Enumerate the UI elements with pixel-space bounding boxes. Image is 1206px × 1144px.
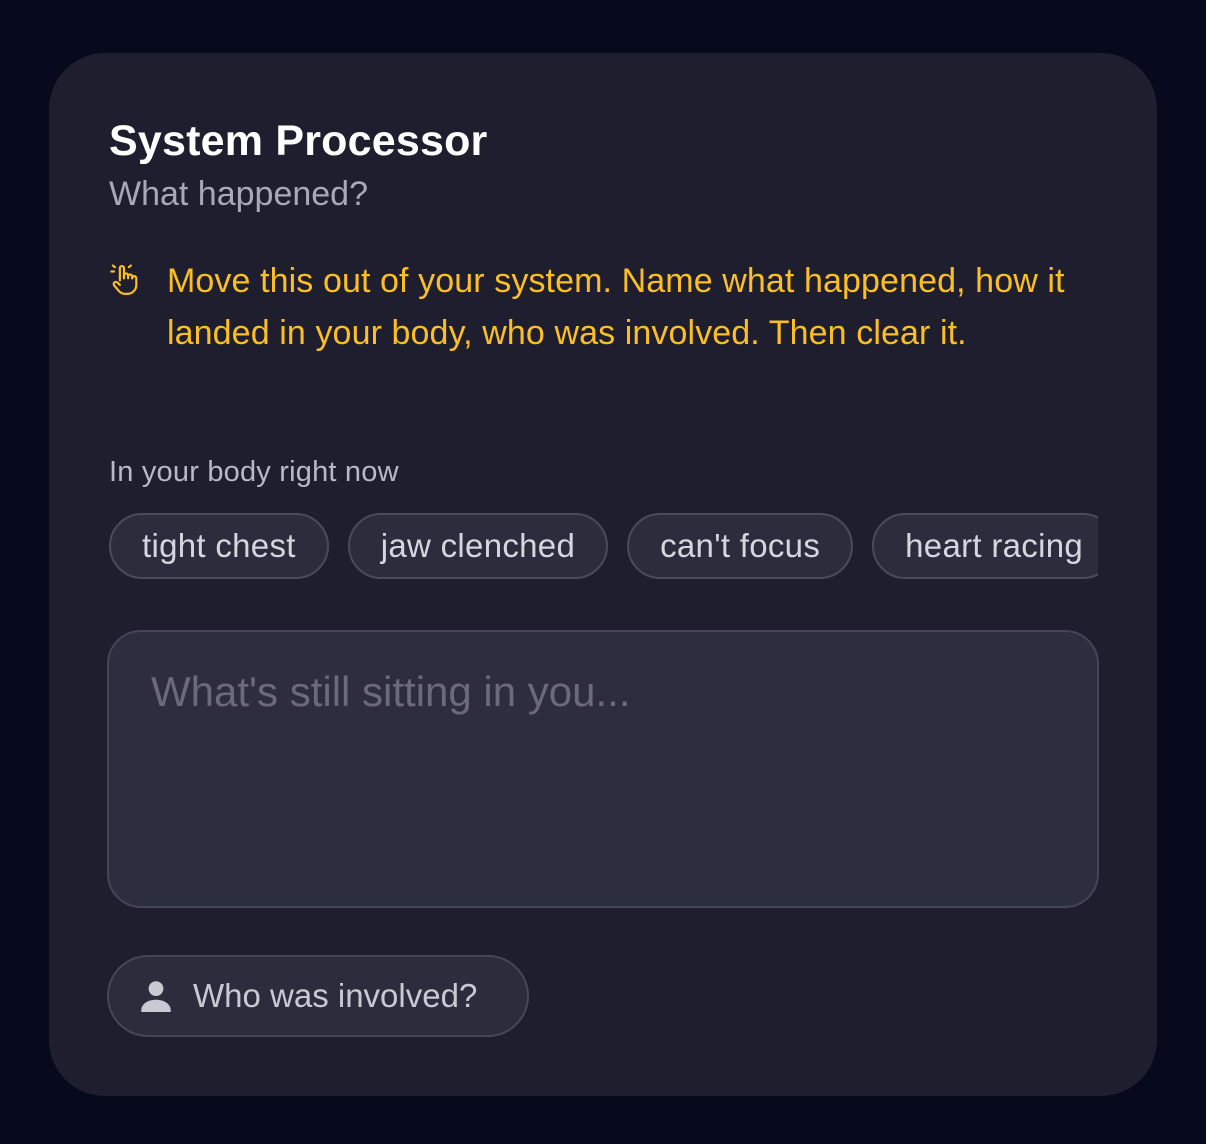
who-was-involved-button[interactable]: Who was involved?	[107, 955, 529, 1037]
body-section-label: In your body right now	[109, 456, 399, 488]
chip-jaw-clenched[interactable]: jaw clenched	[347, 513, 609, 579]
person-icon	[141, 981, 171, 1012]
card-title: System Processor	[109, 117, 488, 165]
journal-textarea[interactable]	[107, 630, 1099, 908]
pointing-hand-icon	[110, 264, 138, 295]
chip-cant-focus[interactable]: can't focus	[627, 513, 854, 579]
system-processor-card: System Processor What happened? Move thi…	[49, 53, 1157, 1096]
who-was-involved-label: Who was involved?	[193, 977, 478, 1014]
chip-heart-racing[interactable]: heart racing	[872, 513, 1098, 579]
chip-tight-chest[interactable]: tight chest	[109, 513, 329, 579]
card-subtitle: What happened?	[109, 175, 368, 213]
instruction-text: Move this out of your system. Name what …	[167, 262, 1065, 352]
body-sensation-chips: tight chest jaw clenched can't focus heart …	[109, 513, 1098, 583]
